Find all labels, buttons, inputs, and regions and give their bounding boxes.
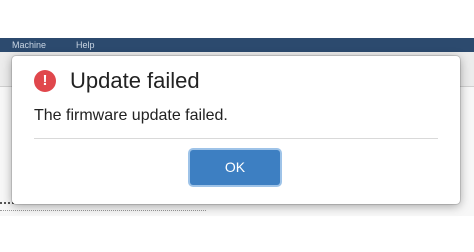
background-menubar: Machine Help <box>0 38 474 52</box>
error-circle-icon: ! <box>34 70 56 92</box>
dialog-message: The firmware update failed. <box>34 107 228 124</box>
dialog-header: ! Update failed <box>34 68 200 94</box>
menu-item-machine[interactable]: Machine <box>12 38 46 52</box>
dialog-divider <box>34 138 438 139</box>
dialog-title: Update failed <box>70 68 200 93</box>
ok-button[interactable]: OK <box>190 150 280 185</box>
error-dialog: ! Update failed The firmware update fail… <box>12 56 460 204</box>
background-dotted-line-secondary <box>0 210 206 211</box>
menu-item-help[interactable]: Help <box>76 38 95 52</box>
